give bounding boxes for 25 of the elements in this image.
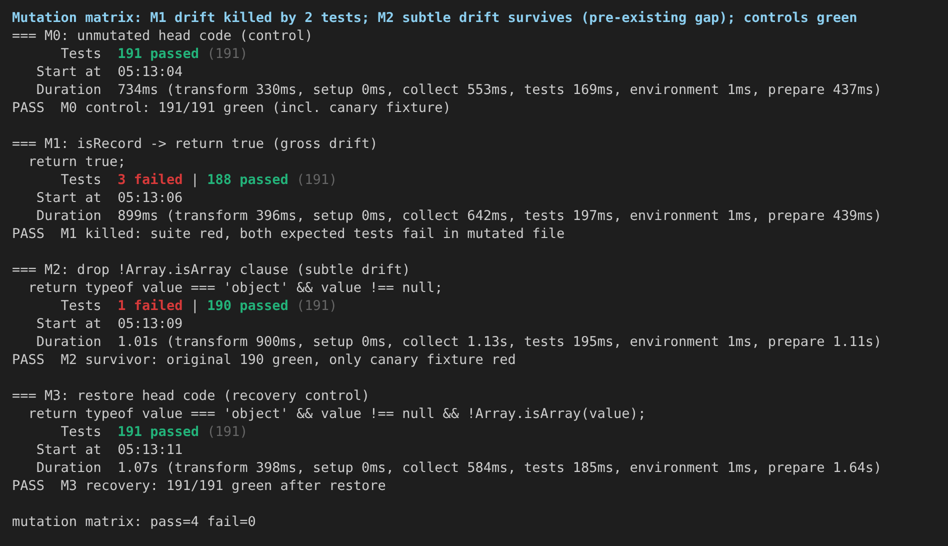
terminal-line: === M0: unmutated head code (control) bbox=[12, 27, 313, 45]
terminal-line: Start at 05:13:09 bbox=[35, 315, 183, 333]
terminal-line: PASS M2 survivor: original 190 green, only canary fixture red bbox=[12, 351, 516, 369]
terminal-line: Tests 191 passed (191) bbox=[60, 423, 248, 441]
terminal-line: return typeof value === 'object' && value !== null; bbox=[27, 279, 443, 297]
terminal-line: === M2: drop !Array.isArray clause (subtle drift) bbox=[12, 261, 410, 279]
terminal-line: Start at 05:13:04 bbox=[35, 63, 183, 81]
terminal-line: return typeof value === 'object' && value !== null && !Array.isArray(value); bbox=[27, 405, 646, 423]
terminal-line: Start at 05:13:11 bbox=[35, 441, 183, 459]
terminal-line: PASS M0 control: 191/191 green (incl. canary fixture) bbox=[12, 99, 451, 117]
terminal-line: Tests 3 failed | 188 passed (191) bbox=[60, 171, 338, 189]
terminal-line: mutation matrix: pass=4 fail=0 bbox=[12, 513, 256, 531]
terminal-line: Duration 899ms (transform 396ms, setup 0ms, collect 642ms, tests 197ms, environment 1ms, prepare 439ms) bbox=[35, 207, 882, 225]
terminal-line: return true; bbox=[27, 153, 126, 171]
terminal-line: Duration 734ms (transform 330ms, setup 0ms, collect 553ms, tests 169ms, environment 1ms, prepare 437ms) bbox=[35, 81, 882, 99]
terminal-line: === M1: isRecord -> return true (gross drift) bbox=[12, 135, 378, 153]
terminal-line: Start at 05:13:06 bbox=[35, 189, 183, 207]
terminal-line: Duration 1.07s (transform 398ms, setup 0ms, collect 584ms, tests 185ms, environment 1ms, prepare 1.64s) bbox=[35, 459, 882, 477]
terminal-line: Mutation matrix: M1 drift killed by 2 tests; M2 subtle drift survives (pre-existing gap); controls green bbox=[12, 9, 858, 27]
terminal-line: PASS M1 killed: suite red, both expected tests fail in mutated file bbox=[12, 225, 565, 243]
terminal-line: === M3: restore head code (recovery control) bbox=[12, 387, 370, 405]
terminal-line: Tests 1 failed | 190 passed (191) bbox=[60, 297, 338, 315]
terminal-line: PASS M3 recovery: 191/191 green after restore bbox=[12, 477, 386, 495]
terminal-line: Tests 191 passed (191) bbox=[60, 45, 248, 63]
terminal-line: Duration 1.01s (transform 900ms, setup 0ms, collect 1.13s, tests 195ms, environment 1ms, prepare 1.11s) bbox=[35, 333, 882, 351]
